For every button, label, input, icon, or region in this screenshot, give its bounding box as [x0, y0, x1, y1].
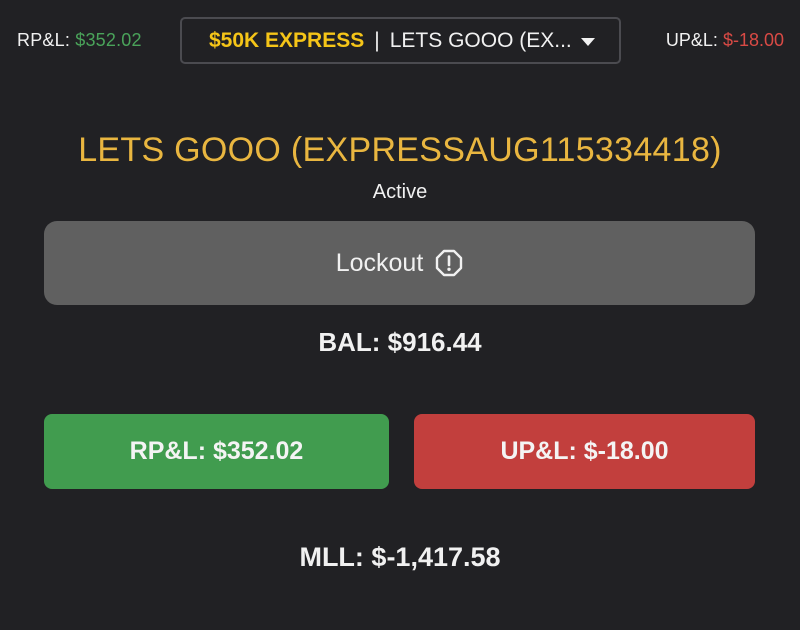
rpl-button[interactable]: RP&L: $352.02: [44, 414, 389, 489]
header-upl-value: $-18.00: [722, 30, 784, 50]
account-status: Active: [372, 181, 428, 203]
upl-button[interactable]: UP&L: $-18.00: [414, 414, 755, 489]
header-upl-label: UP&L:: [665, 30, 718, 50]
top-bar: RP&L: $352.02 $50K EXPRESS | LETS GOOO (…: [0, 0, 800, 84]
mll-text: MLL: $-1,417.58: [299, 542, 501, 572]
account-separator: |: [374, 28, 380, 52]
header-rpl-label: RP&L:: [17, 30, 71, 50]
account-plan-label: $50K EXPRESS: [209, 28, 365, 52]
account-title: LETS GOOO (EXPRESSAUG115334418): [78, 131, 722, 169]
account-selector-dropdown[interactable]: $50K EXPRESS | LETS GOOO (EX...: [180, 17, 621, 64]
header-upl: UP&L: $-18.00: [666, 30, 784, 51]
header-rpl-value: $352.02: [75, 30, 142, 50]
account-name-label: LETS GOOO (EX...: [389, 28, 572, 52]
lockout-label: Lockout: [335, 248, 424, 277]
lockout-button[interactable]: Lockout: [44, 221, 755, 305]
alert-octagon-icon: [435, 249, 463, 277]
header-rpl: RP&L: $352.02: [17, 30, 142, 51]
balance-text: BAL: $916.44: [318, 327, 482, 357]
caret-down-icon: [581, 38, 595, 46]
